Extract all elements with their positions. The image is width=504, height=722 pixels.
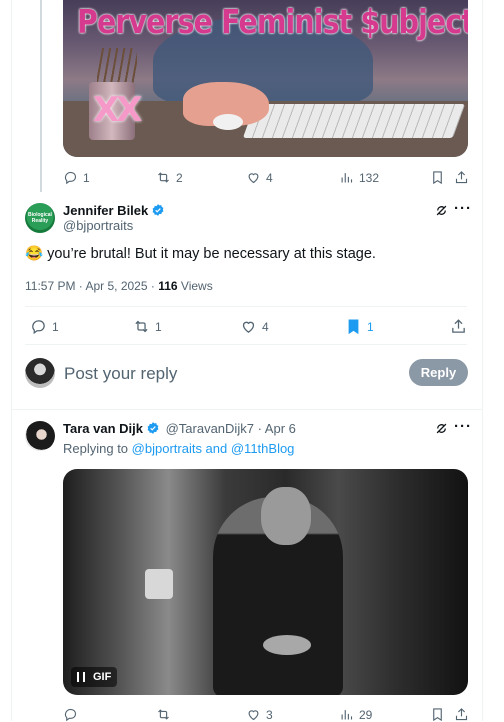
repost-icon [158, 709, 169, 720]
author-name[interactable]: Jennifer Bilek [63, 203, 148, 218]
post-timestamp[interactable]: 11:57 PM · Apr 5, 2025 [25, 279, 148, 293]
repost-count: 1 [155, 319, 162, 334]
like-icon [242, 321, 255, 333]
repost-action[interactable] [156, 707, 171, 722]
bookmark-icon [433, 708, 442, 722]
views-icon [341, 710, 353, 720]
grok-icon[interactable] [434, 421, 449, 436]
image-pencils [97, 48, 137, 84]
thread-line [40, 0, 42, 192]
views-number: 116 [158, 279, 178, 293]
image-mouse [213, 114, 243, 130]
reply-action[interactable] [63, 707, 78, 722]
views-count: 132 [359, 170, 380, 185]
like-count: 4 [262, 319, 269, 334]
current-user-avatar[interactable] [25, 358, 55, 388]
avatar[interactable]: Biological Reality [25, 203, 55, 233]
like-icon [248, 173, 259, 184]
views-count: 29 [359, 707, 373, 722]
views-action[interactable]: 132 [339, 170, 379, 185]
share-action[interactable] [450, 318, 467, 335]
reply-input[interactable]: Post your reply [64, 364, 177, 384]
divider [25, 306, 467, 307]
share-icon [455, 171, 468, 184]
author-name[interactable]: Tara van Dijk [63, 421, 143, 436]
like-action[interactable]: 3 [246, 707, 273, 722]
like-action[interactable]: 4 [246, 170, 273, 185]
verified-icon [152, 204, 164, 216]
reply-author-block: Tara van Dijk @TaravanDijk7 · Apr 6 [63, 421, 296, 436]
left-column-border [11, 0, 12, 721]
verified-icon [147, 422, 159, 434]
bookmark-icon [433, 171, 442, 185]
reply-action[interactable]: 1 [30, 318, 59, 335]
post-text: 😂 you’re brutal! But it may be necessary… [25, 246, 376, 262]
share-action[interactable] [454, 707, 469, 722]
repost-count: 2 [176, 170, 183, 185]
avatar[interactable] [25, 421, 55, 451]
avatar-text: Biological Reality [28, 212, 52, 224]
right-column-border [482, 0, 483, 721]
post-meta: 11:57 PM · Apr 5, 2025 · 116 Views [25, 279, 213, 293]
author-handle[interactable]: @bjportraits [63, 218, 133, 233]
share-icon [452, 319, 465, 333]
like-count: 4 [266, 170, 273, 185]
views-action[interactable]: 29 [339, 707, 372, 722]
share-icon [455, 708, 468, 721]
views-icon [341, 173, 353, 183]
gif-label: GIF [93, 671, 112, 683]
reply-action[interactable]: 1 [63, 170, 90, 185]
reply-icon [64, 171, 77, 185]
bookmark-action[interactable]: 1 [345, 318, 374, 335]
reply-count: 1 [83, 170, 90, 185]
bookmark-action[interactable] [430, 170, 445, 185]
share-action[interactable] [454, 170, 469, 185]
post-gif[interactable]: GIF [63, 469, 468, 695]
bookmark-action[interactable] [430, 707, 445, 722]
views-label: Views [180, 279, 213, 293]
reply-icon [32, 320, 45, 335]
repost-action[interactable]: 1 [133, 318, 162, 335]
repost-action[interactable]: 2 [156, 170, 183, 185]
image-keyboard [242, 104, 466, 138]
pause-icon[interactable] [77, 672, 85, 682]
like-count: 3 [266, 707, 273, 722]
reply-icon [64, 708, 77, 722]
gif-hand [263, 635, 311, 655]
more-icon[interactable]: ··· [454, 418, 472, 435]
reply-count: 1 [52, 319, 59, 334]
like-icon [248, 710, 259, 721]
replying-to-users[interactable]: @bjportraits and @11thBlog [132, 441, 295, 456]
replying-to: Replying to @bjportraits and @11thBlog [63, 441, 294, 456]
divider [25, 344, 467, 345]
replying-to-label: Replying to [63, 441, 129, 456]
gif-head [261, 487, 311, 545]
repost-icon [135, 320, 148, 333]
gif-lamp [145, 569, 173, 599]
reply-button[interactable]: Reply [409, 359, 468, 386]
author-handle[interactable]: @TaravanDijk7 [166, 421, 254, 436]
bookmark-count: 1 [367, 319, 374, 334]
bookmark-icon [348, 319, 359, 335]
more-icon[interactable]: ··· [454, 200, 472, 217]
post-image[interactable]: XX Perverse Feminist $ubject [63, 0, 468, 157]
repost-icon [158, 172, 169, 183]
image-title-text: Perverse Feminist $ubject [77, 2, 468, 41]
image-mug-text: XX [93, 90, 142, 130]
post-date[interactable]: Apr 6 [265, 421, 296, 436]
gif-badge[interactable]: GIF [71, 667, 118, 687]
thread-page: XX Perverse Feminist $ubject 1 2 4 132 B… [0, 0, 504, 722]
like-action[interactable]: 4 [240, 318, 269, 335]
divider [11, 409, 482, 410]
author-block: Jennifer Bilek [63, 203, 165, 219]
grok-icon[interactable] [434, 203, 449, 218]
